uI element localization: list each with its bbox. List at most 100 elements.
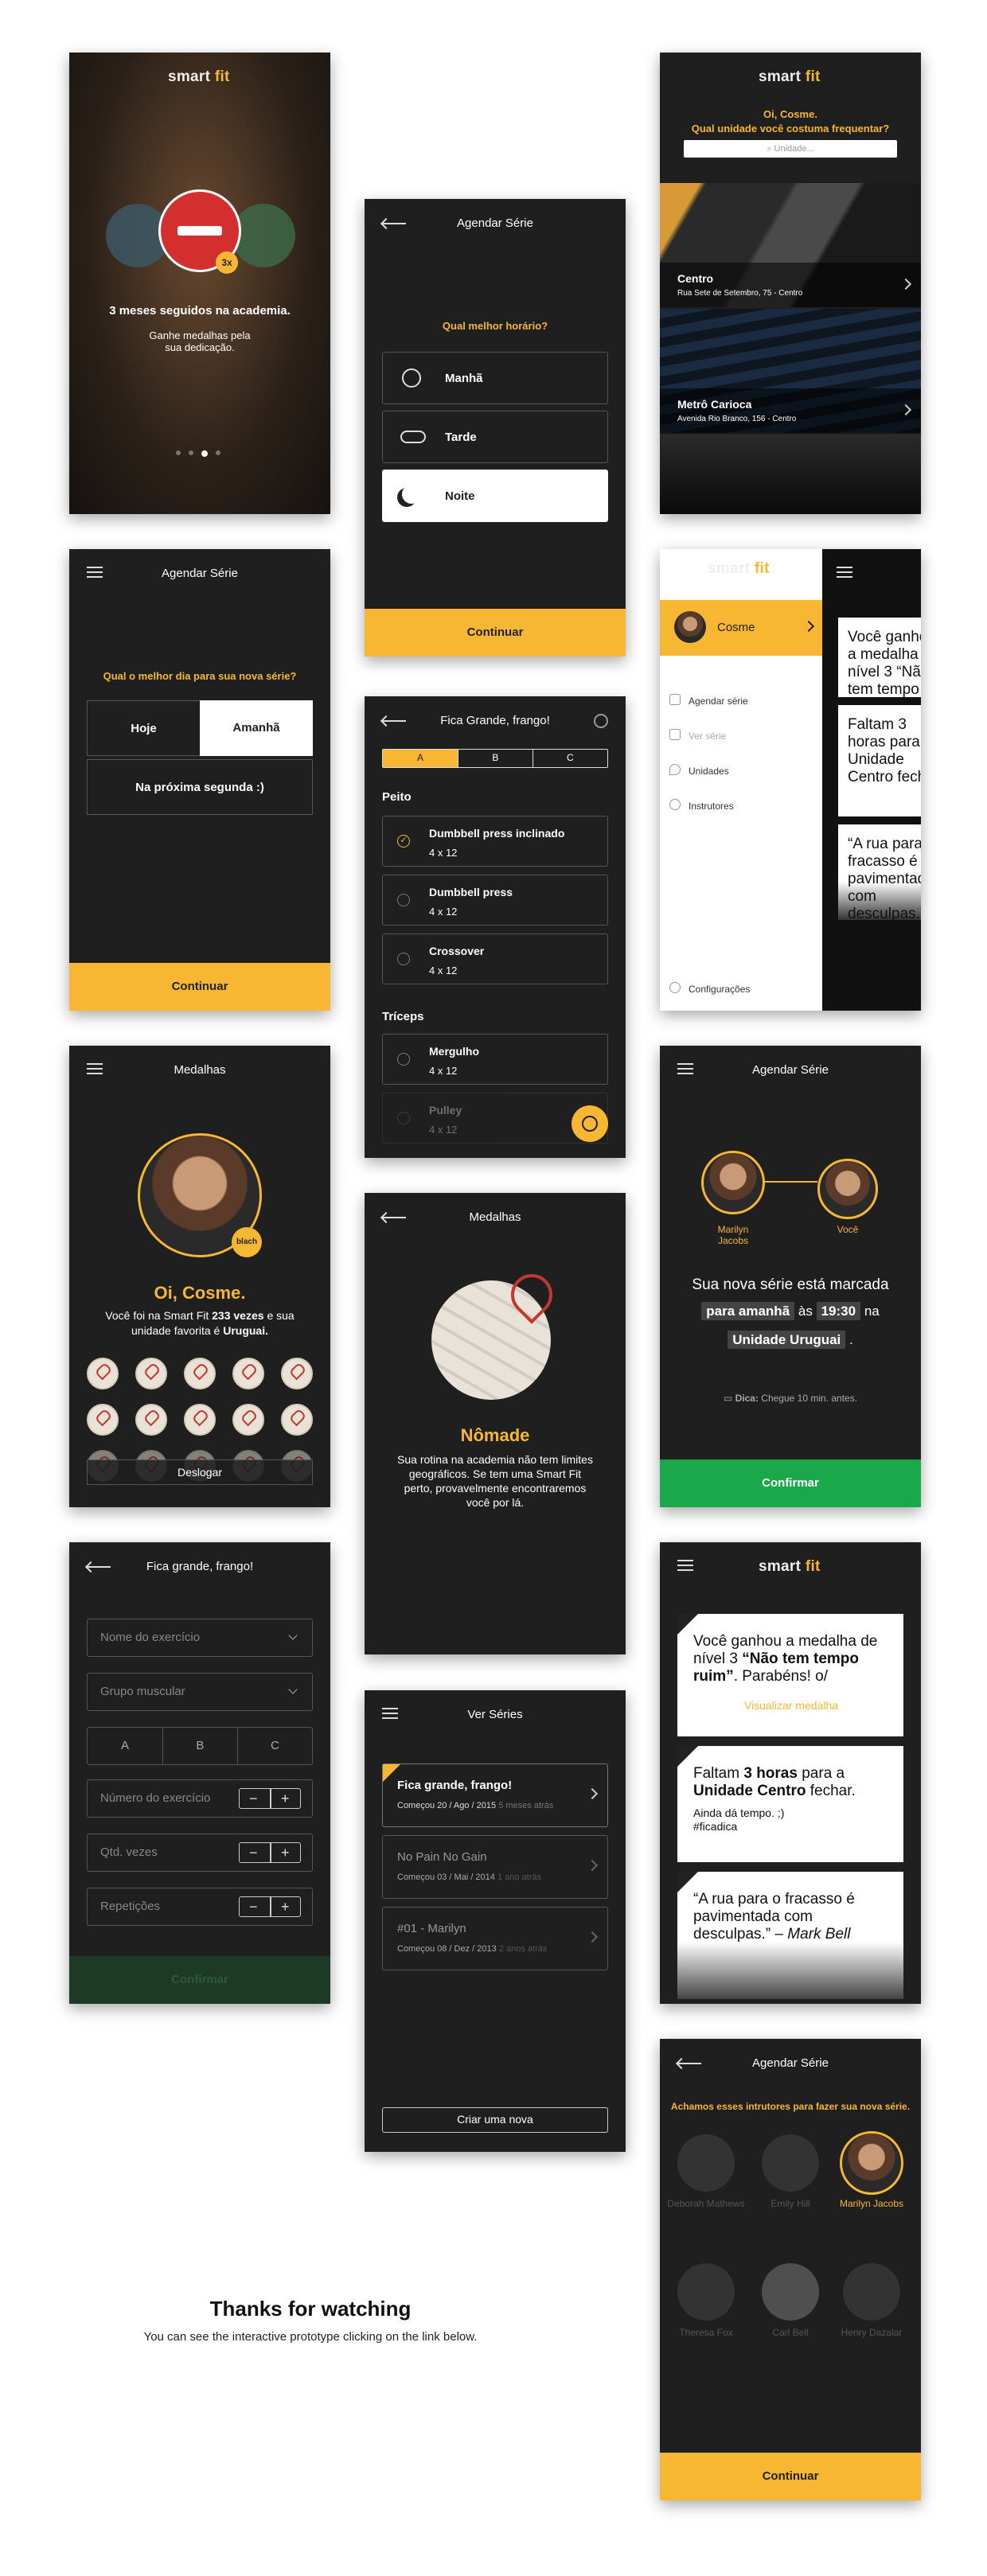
series-item-active[interactable]: Fica grande, frango! Começou 20 / Ago / … (382, 1763, 608, 1827)
exercise-item[interactable]: Dumbbell press 4 x 12 (382, 875, 608, 926)
tab-c[interactable]: C (532, 750, 607, 767)
minus-icon[interactable]: − (249, 1790, 258, 1807)
screen-title: Medalhas (174, 1063, 226, 1077)
tab-b[interactable]: B (457, 750, 533, 767)
series-list-screen: Ver Séries Fica grande, frango! Começou … (365, 1690, 626, 2152)
option-night[interactable]: Noite (382, 470, 608, 522)
create-exercise-screen: Fica grande, frango! Nome do exercício G… (69, 1542, 330, 2004)
medal-icon[interactable] (281, 1404, 313, 1436)
medal-icon[interactable] (135, 1358, 167, 1389)
unit-address: Rua Sete de Setembro, 75 - Centro (677, 289, 803, 298)
pager-dot[interactable] (176, 450, 181, 455)
continue-button[interactable]: Continuar (660, 2453, 921, 2500)
reps-stepper[interactable]: − + (239, 1896, 301, 1917)
date-chip: para amanhã (701, 1302, 795, 1320)
user-row[interactable]: Cosme (660, 600, 822, 656)
exercise-number-field[interactable]: Número do exercício − + (87, 1779, 313, 1818)
menu-icon[interactable] (677, 1560, 693, 1571)
view-medal-link[interactable]: Visualizar medalha (693, 1697, 889, 1714)
stats-text: Você foi na Smart Fit (105, 1309, 209, 1322)
peek-card: “A rua para o fracasso é pavimentada com… (838, 824, 921, 920)
unit-card-third[interactable] (660, 435, 921, 514)
menu-item-units[interactable]: Unidades (689, 766, 729, 777)
tip-row: ▭ Dica: Chegue 10 min. antes. (660, 1393, 921, 1404)
option-next-monday[interactable]: Na próxima segunda :) (87, 759, 313, 815)
instructor-avatar[interactable] (762, 2134, 819, 2192)
gear-icon[interactable] (594, 714, 608, 728)
medal-icon[interactable] (87, 1404, 119, 1436)
continue-button[interactable]: Continuar (365, 609, 626, 657)
menu-item-instructors[interactable]: Instrutores (689, 801, 734, 812)
muscle-group-select[interactable]: Grupo muscular (87, 1673, 313, 1711)
series-item[interactable]: #01 - Marilyn Começou 08 / Dez / 2013 2 … (382, 1907, 608, 1970)
minus-icon[interactable]: − (249, 1898, 258, 1915)
chevron-right-icon (802, 620, 815, 633)
exercise-item[interactable]: Mergulho 4 x 12 (382, 1034, 608, 1085)
unit-card-centro[interactable]: Centro Rua Sete de Setembro, 75 - Centro (660, 183, 921, 307)
logout-button[interactable]: Deslogar (87, 1459, 313, 1485)
checkbox-icon (397, 1053, 410, 1066)
pager-dot-active[interactable] (201, 450, 208, 457)
medal-icon[interactable] (87, 1358, 119, 1389)
medal-icon[interactable] (281, 1358, 313, 1389)
plus-icon[interactable]: + (281, 1790, 290, 1807)
list-icon (669, 729, 681, 740)
alarm-button[interactable] (572, 1105, 608, 1142)
reps-field[interactable]: Repetições − + (87, 1888, 313, 1926)
menu-item-settings[interactable]: Configurações (689, 984, 750, 995)
medal-icon[interactable] (232, 1404, 264, 1436)
medal-icon[interactable] (184, 1404, 216, 1436)
option-label: Tarde (445, 431, 477, 444)
screen-title: Agendar Série (457, 216, 533, 230)
series-start-date: Começou 03 / Mai / 2014 (397, 1873, 495, 1882)
plus-icon[interactable]: + (281, 1844, 290, 1861)
unit-card-metro-carioca[interactable]: Metrô Carioca Avenida Rio Branco, 156 - … (660, 309, 921, 433)
medal-icon[interactable] (184, 1358, 216, 1389)
instructor-avatar[interactable] (843, 2263, 900, 2321)
instructor-avatar[interactable] (677, 2134, 735, 2192)
menu-item-schedule[interactable]: Agendar série (689, 696, 748, 707)
instructor-avatar[interactable] (762, 2263, 819, 2321)
app-logo: smart fit (759, 1558, 821, 1575)
plus-icon[interactable]: + (281, 1898, 290, 1915)
option-today[interactable]: Hoje (87, 700, 200, 756)
tab-b[interactable]: B (162, 1728, 237, 1764)
menu-icon[interactable] (837, 567, 852, 578)
minus-icon[interactable]: − (249, 1844, 258, 1861)
tab-c[interactable]: C (236, 1728, 312, 1764)
notification-closing[interactable]: Faltam 3 horas para a Unidade Centro fec… (677, 1746, 903, 1862)
notification-medal[interactable]: Você ganhou a medalha de nível 3 “Não te… (677, 1614, 903, 1736)
medal-icon[interactable] (232, 1358, 264, 1389)
number-stepper[interactable]: − + (239, 1788, 301, 1809)
continue-button[interactable]: Continuar (69, 963, 330, 1011)
tab-a[interactable]: A (88, 1728, 162, 1764)
medal-icon[interactable] (135, 1404, 167, 1436)
exercise-name-select[interactable]: Nome do exercício (87, 1619, 313, 1657)
menu-item-series[interactable]: Ver série (689, 731, 726, 742)
instructor-avatar-selected[interactable] (840, 2131, 903, 2195)
tab-a[interactable]: A (383, 750, 458, 767)
pager-dots[interactable] (176, 450, 224, 457)
workout-tabs: A B C (382, 749, 608, 768)
quantity-field[interactable]: Qtd. vezes − + (87, 1834, 313, 1872)
notification-quote[interactable]: “A rua para o fracasso é pavimentada com… (677, 1872, 903, 1999)
search-placeholder: Unidade... (774, 144, 814, 154)
pager-dot[interactable] (216, 450, 220, 455)
quantity-stepper[interactable]: − + (239, 1842, 301, 1863)
instructor-avatar[interactable] (677, 2263, 735, 2321)
checkbox-icon (397, 894, 410, 906)
confirm-button-disabled[interactable]: Confirmar (69, 1956, 330, 2004)
exercise-item[interactable]: ✓ Dumbbell press inclinado 4 x 12 (382, 816, 608, 867)
option-morning[interactable]: Manhã (382, 352, 608, 404)
instructor-name: Carl Bell (772, 2327, 809, 2338)
option-tomorrow[interactable]: Amanhã (200, 700, 313, 756)
favorite-unit: Uruguai. (223, 1324, 268, 1337)
create-new-button[interactable]: Criar uma nova (382, 2107, 608, 2133)
search-icon: ⌕ (767, 144, 774, 154)
exercise-item[interactable]: Crossover 4 x 12 (382, 933, 608, 984)
series-item[interactable]: No Pain No Gain Começou 03 / Mai / 2014 … (382, 1835, 608, 1899)
confirm-button[interactable]: Confirmar (660, 1459, 921, 1507)
unit-search-input[interactable]: ⌕ Unidade... (684, 140, 897, 158)
option-afternoon[interactable]: Tarde (382, 411, 608, 463)
pager-dot[interactable] (189, 450, 193, 455)
